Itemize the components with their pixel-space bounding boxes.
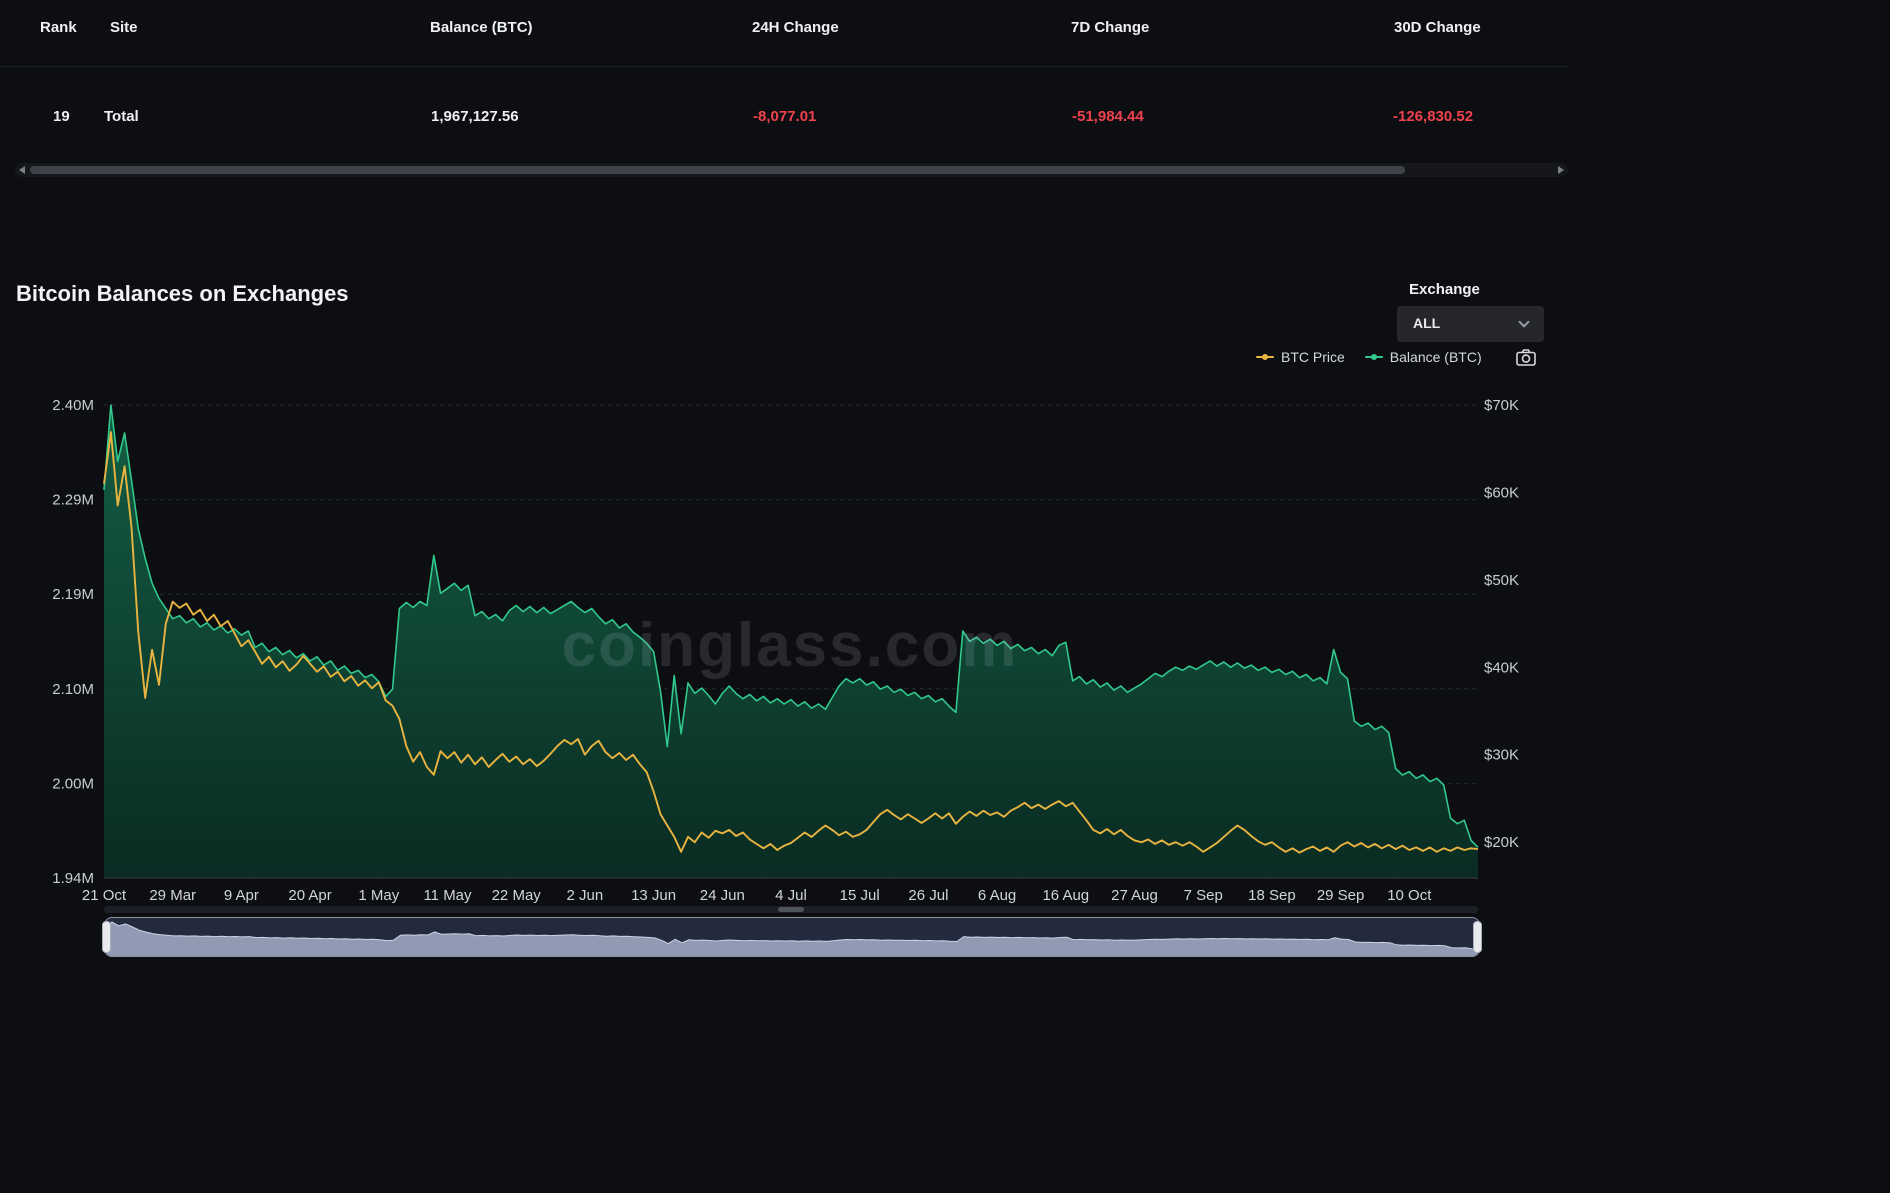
exchange-selected-value: ALL	[1413, 315, 1441, 331]
x-axis-tick-label: 2 Jun	[567, 887, 604, 904]
left-axis-tick-label: 2.29M	[52, 492, 94, 509]
x-axis-tick-label: 10 Oct	[1387, 887, 1432, 904]
scroll-left-arrow-icon[interactable]	[19, 166, 25, 174]
chart-range-navigator[interactable]	[102, 917, 1482, 957]
right-axis-tick-label: $50K	[1484, 572, 1519, 589]
cell-30d-change: -126,830.52	[1393, 108, 1474, 125]
legend-item-balance[interactable]: Balance (BTC)	[1364, 349, 1482, 365]
navigator-left-handle[interactable]	[102, 921, 111, 953]
camera-button[interactable]	[1515, 348, 1536, 366]
scroll-right-arrow-icon[interactable]	[1558, 166, 1564, 174]
x-axis-tick-label: 24 Jun	[700, 887, 745, 904]
balance-legend-marker	[1364, 354, 1383, 360]
x-axis-tick-label: 6 Aug	[978, 887, 1016, 904]
header-divider	[0, 66, 1568, 67]
page-title: Bitcoin Balances on Exchanges	[16, 281, 349, 306]
left-axis-tick-label: 2.19M	[52, 586, 94, 603]
left-axis-tick-label: 2.40M	[52, 397, 94, 414]
x-axis-tick-label: 16 Aug	[1042, 887, 1089, 904]
cell-site: Total	[104, 108, 139, 125]
x-axis-tick-label: 26 Jul	[908, 887, 948, 904]
x-axis-tick-label: 27 Aug	[1111, 887, 1158, 904]
right-axis-tick-label: $70K	[1484, 397, 1519, 414]
legend-label-balance: Balance (BTC)	[1389, 349, 1482, 365]
right-axis-tick-label: $40K	[1484, 659, 1519, 676]
x-axis-tick-label: 15 Jul	[840, 887, 880, 904]
left-axis-tick-label: 1.94M	[52, 870, 94, 887]
x-axis-tick-label: 4 Jul	[775, 887, 807, 904]
x-axis-tick-label: 13 Jun	[631, 887, 676, 904]
column-header-7d: 7D Change	[1071, 19, 1150, 36]
btc-price-legend-marker	[1256, 354, 1274, 360]
chevron-down-icon	[1518, 316, 1530, 328]
balance-area	[104, 405, 1478, 878]
navigator-chart	[105, 921, 1479, 956]
cell-7d-change: -51,984.44	[1072, 108, 1144, 125]
column-header-balance: Balance (BTC)	[430, 19, 533, 36]
cell-24h-change: -8,077.01	[753, 108, 817, 125]
exchange-balance-table: Rank Site Balance (BTC) 24H Change 7D Ch…	[0, 0, 1568, 160]
column-header-30d: 30D Change	[1394, 19, 1481, 36]
left-axis-tick-label: 2.10M	[52, 681, 94, 698]
cell-balance: 1,967,127.56	[431, 108, 519, 125]
x-axis-tick-label: 18 Sep	[1248, 887, 1296, 904]
x-axis-tick-label: 9 Apr	[224, 887, 259, 904]
chart-legend: BTC Price Balance (BTC)	[1256, 347, 1536, 367]
x-axis-tick-label: 29 Mar	[149, 887, 196, 904]
mini-scrollbar-thumb[interactable]	[778, 907, 804, 912]
exchange-dropdown[interactable]: ALL	[1397, 306, 1544, 342]
x-axis-tick-label: 20 Apr	[288, 887, 331, 904]
camera-icon	[1515, 348, 1536, 366]
left-axis-tick-label: 2.00M	[52, 775, 94, 792]
x-axis-tick-label: 1 May	[358, 887, 399, 904]
legend-label-btc-price: BTC Price	[1281, 349, 1345, 365]
table-horizontal-scrollbar[interactable]	[15, 163, 1568, 177]
x-axis-tick-label: 22 May	[492, 887, 542, 904]
cell-rank: 19	[53, 108, 70, 125]
chart-plot-area[interactable]: 2.40M 2.29M 2.19M 2.10M 2.00M 1.94M $70K $60K $5…	[0, 380, 1580, 930]
x-axis-tick-label: 11 May	[423, 887, 472, 904]
legend-item-btc-price[interactable]: BTC Price	[1256, 349, 1345, 365]
right-axis-tick-label: $60K	[1484, 484, 1519, 501]
chart-mini-scrollbar[interactable]	[104, 906, 1478, 913]
column-header-24h: 24H Change	[752, 19, 839, 36]
x-axis-tick-label: 29 Sep	[1317, 887, 1365, 904]
right-axis-tick-label: $30K	[1484, 747, 1519, 764]
x-axis-tick-label: 21 Oct	[82, 887, 127, 904]
navigator-right-handle[interactable]	[1473, 921, 1482, 953]
exchange-label: Exchange	[1409, 281, 1480, 298]
column-header-rank: Rank	[40, 19, 77, 36]
x-axis-tick-label: 7 Sep	[1184, 887, 1223, 904]
right-axis-tick-label: $20K	[1484, 834, 1519, 851]
column-header-site: Site	[110, 19, 138, 36]
scrollbar-thumb[interactable]	[30, 166, 1405, 174]
